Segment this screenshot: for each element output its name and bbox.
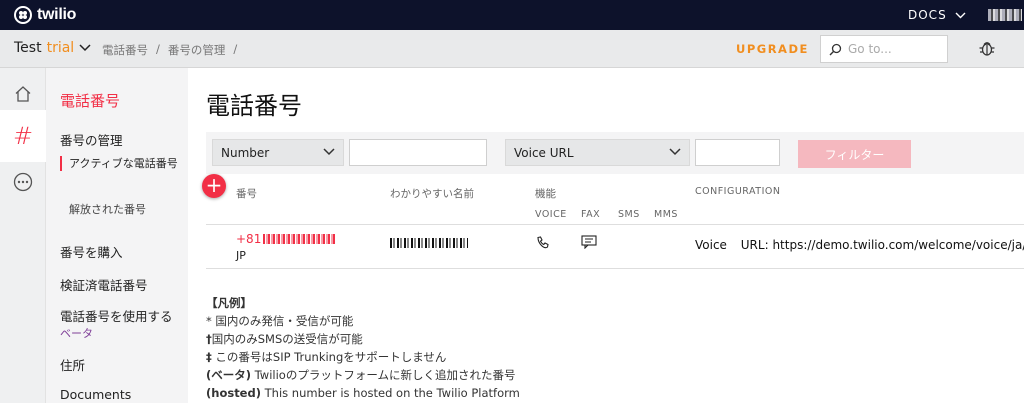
rail-more[interactable] [0, 156, 46, 208]
product-rail: # [0, 68, 46, 403]
twilio-logo[interactable]: twilio [14, 6, 76, 24]
legend-mark-3: ‡ [206, 350, 212, 364]
top-bar: twilio DOCS [0, 0, 1024, 30]
legend-line-2: 国内のみSMSの送受信が可能 [211, 332, 363, 346]
column-header-capabilities: 機能 [535, 188, 556, 200]
table-divider [206, 224, 1024, 225]
phone-number-link[interactable]: +81 [236, 232, 336, 246]
sidebar-item-verified[interactable]: 検証済電話番号 [60, 275, 148, 294]
column-header-friendly-name: わかりやすい名前 [390, 188, 474, 200]
bug-icon [979, 42, 995, 56]
account-bar: Test trial 電話番号 / 番号の管理 / UPGRADE [0, 30, 1024, 68]
sidebar-item-buy[interactable]: 番号を購入 [60, 242, 123, 261]
sidebar-item-manage[interactable]: 番号の管理 [60, 130, 123, 149]
sidebar-item-documents[interactable]: Documents [60, 387, 131, 402]
account-type: trial [46, 40, 75, 56]
capability-voice-header: VOICE [535, 209, 567, 220]
plus-icon: + [205, 173, 223, 197]
column-header-configuration: CONFIGURATION [695, 186, 781, 197]
phone-number-country: JP [236, 249, 246, 262]
account-name: Test [14, 40, 42, 56]
filter-value-input-1[interactable] [349, 139, 487, 166]
chevron-down-icon [669, 148, 681, 156]
debugger-button[interactable] [978, 39, 996, 61]
breadcrumb-separator: / [156, 42, 160, 56]
upgrade-link[interactable]: UPGRADE [736, 42, 809, 56]
docs-label: DOCS [908, 8, 947, 22]
redacted-number [263, 234, 336, 244]
main-content: 電話番号 Number Voice URL フィルター + 番号 わかりやすい名… [188, 68, 1024, 403]
breadcrumb-manage[interactable]: 番号の管理 [168, 42, 226, 58]
brand-name: twilio [37, 6, 77, 23]
user-avatar[interactable] [988, 9, 1022, 21]
account-switcher[interactable]: Test trial [14, 40, 91, 56]
column-header-number: 番号 [236, 188, 257, 200]
sidebar-item-address[interactable]: 住所 [60, 355, 85, 374]
hash-icon: # [12, 122, 34, 150]
breadcrumb-phone-numbers[interactable]: 電話番号 [102, 42, 148, 58]
filter-field-select-2[interactable]: Voice URL [505, 139, 690, 166]
sidebar: 電話番号 番号の管理 アクティブな電話番号 解放された番号 番号を購入 検証済電… [46, 68, 188, 403]
sidebar-item-active-numbers[interactable]: アクティブな電話番号 [69, 156, 178, 171]
voice-capability-icon [537, 236, 549, 249]
filter-field-2-value: Voice URL [514, 146, 574, 160]
fax-capability-icon [581, 235, 597, 249]
sidebar-subnav: アクティブな電話番号 [60, 156, 178, 171]
phone-number-prefix: +81 [236, 232, 262, 246]
configuration-cell: Voice URL: https://demo.twilio.com/welco… [695, 238, 1024, 252]
search-input[interactable] [848, 42, 938, 56]
search-box[interactable] [820, 35, 948, 63]
config-url[interactable]: https://demo.twilio.com/welcome/voice/ja… [772, 238, 1024, 252]
legend-line-3: この番号はSIP Trunkingをサポートしません [215, 350, 447, 364]
capability-fax-header: FAX [581, 209, 601, 220]
legend-mark-4: (ベータ) [206, 368, 252, 382]
breadcrumb-separator: / [233, 42, 238, 56]
legend-line-5: This number is hosted on the Twilio Plat… [264, 386, 520, 400]
filter-field-select-1[interactable]: Number [212, 139, 344, 166]
chevron-down-icon [955, 12, 966, 18]
capability-sms-header: SMS [618, 209, 640, 220]
redacted-friendly-name [390, 238, 468, 248]
search-icon [829, 43, 842, 55]
legend-line-1: * 国内のみ発信・受信が可能 [206, 314, 354, 328]
twilio-logo-icon [14, 6, 32, 24]
config-label: URL: [740, 238, 769, 252]
more-icon [13, 172, 33, 192]
filter-bar: Number Voice URL フィルター [206, 132, 1024, 174]
beta-badge: ベータ [60, 327, 93, 340]
legend-title: 【凡例】 [206, 296, 252, 310]
docs-menu[interactable]: DOCS [908, 8, 966, 22]
filter-button[interactable]: フィルター [798, 140, 911, 168]
home-icon [15, 86, 31, 102]
rail-phone-numbers[interactable]: # [0, 110, 46, 162]
legend-mark-5: (hosted) [206, 386, 261, 400]
sidebar-item-released[interactable]: 解放された番号 [69, 201, 146, 217]
chevron-down-icon [323, 148, 335, 156]
sidebar-title[interactable]: 電話番号 [60, 90, 120, 111]
breadcrumb: 電話番号 / 番号の管理 / [102, 42, 237, 58]
config-type: Voice [695, 238, 727, 252]
capability-mms-header: MMS [654, 209, 678, 220]
add-number-button[interactable]: + [202, 174, 226, 198]
chevron-down-icon [79, 44, 91, 52]
legend: 【凡例】 * 国内のみ発信・受信が可能 †国内のみSMSの送受信が可能 ‡ この… [206, 294, 520, 402]
table-divider [206, 268, 1024, 269]
filter-value-input-2[interactable] [695, 139, 780, 166]
legend-line-4: Twilioのプラットフォームに新しく追加された番号 [254, 368, 516, 382]
filter-field-1-value: Number [221, 146, 270, 160]
sidebar-item-use-numbers[interactable]: 電話番号を使用する [60, 306, 173, 325]
page-title: 電話番号 [206, 92, 302, 120]
